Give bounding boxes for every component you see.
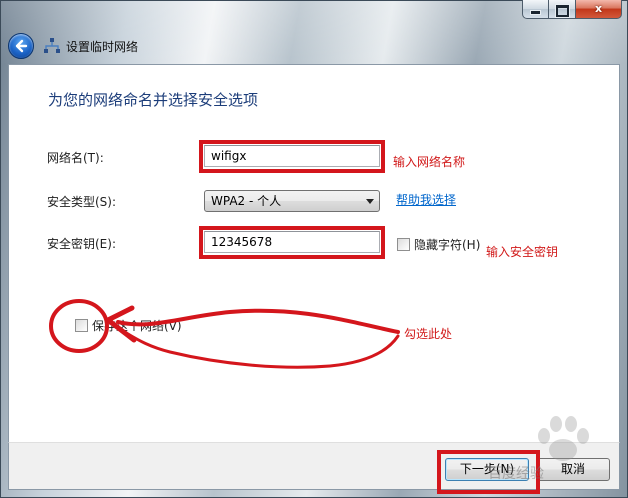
- window-title: 设置临时网络: [66, 39, 139, 54]
- minimize-icon: [523, 2, 548, 15]
- page-title: 为您的网络命名并选择安全选项: [48, 91, 259, 109]
- network-name-highlight: [199, 140, 385, 173]
- maximize-icon: [549, 2, 575, 17]
- close-button[interactable]: x: [576, 0, 622, 19]
- chevron-down-icon: [366, 199, 374, 204]
- save-network-option[interactable]: 保存这个网络(V): [75, 317, 182, 334]
- security-type-value: WPA2 - 个人: [211, 194, 282, 208]
- save-network-label: 保存这个网络(V): [92, 319, 182, 333]
- hide-characters-label: 隐藏字符(H): [414, 238, 481, 252]
- security-key-hint: 输入安全密钥: [486, 245, 559, 259]
- network-icon: [44, 38, 60, 53]
- security-type-label: 安全类型(S):: [47, 195, 117, 209]
- network-name-hint: 输入网络名称: [393, 155, 466, 169]
- content-panel: 为您的网络命名并选择安全选项 网络名(T): wifigx 输入网络名称 安全类…: [8, 64, 620, 442]
- watermark-text: 百度经验: [488, 466, 544, 482]
- paw-watermark-icon: [538, 416, 589, 461]
- security-type-select[interactable]: WPA2 - 个人: [204, 190, 380, 212]
- security-key-highlight: [199, 226, 385, 259]
- network-name-label: 网络名(T):: [47, 151, 104, 165]
- security-key-label: 安全密钥(E):: [47, 237, 116, 251]
- hide-characters-option[interactable]: 隐藏字符(H): [397, 236, 480, 253]
- minimize-button[interactable]: [522, 0, 549, 19]
- close-icon: x: [594, 2, 603, 15]
- maximize-button[interactable]: [549, 0, 576, 19]
- wizard-header: 设置临时网络: [8, 30, 620, 62]
- back-arrow-icon: [15, 39, 28, 53]
- help-choose-link[interactable]: 帮助我选择: [396, 191, 456, 208]
- caption-buttons: x: [522, 0, 622, 20]
- check-here-hint: 勾选此处: [404, 327, 453, 341]
- hide-characters-checkbox[interactable]: [397, 238, 410, 251]
- save-network-checkbox[interactable]: [75, 319, 88, 332]
- back-button[interactable]: [8, 33, 34, 59]
